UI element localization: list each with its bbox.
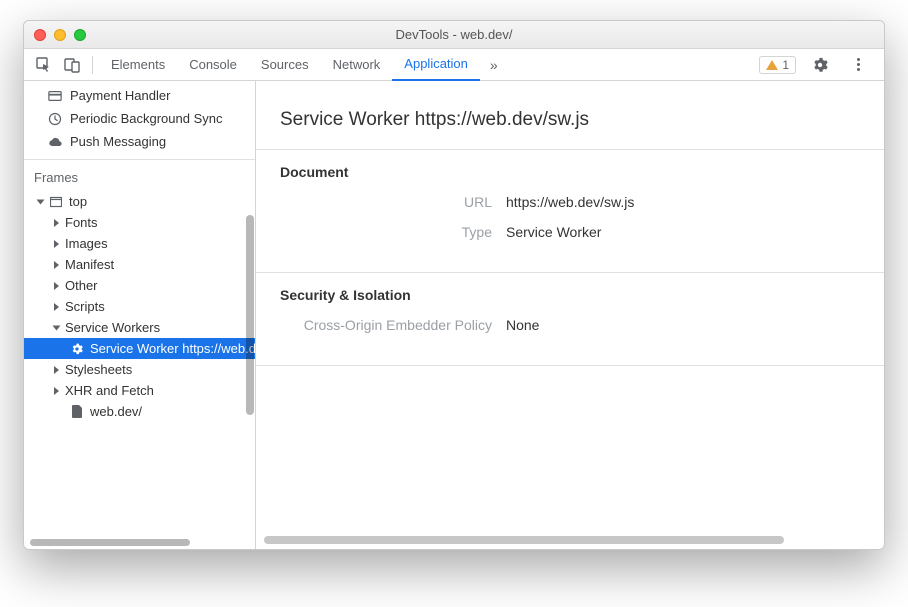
tree-node-top[interactable]: top xyxy=(24,191,255,212)
chevron-right-icon xyxy=(54,261,59,269)
frame-icon xyxy=(49,195,63,209)
group-document: Document URL https://web.dev/sw.js Type … xyxy=(256,150,884,273)
tree-node-other[interactable]: Other xyxy=(24,275,255,296)
frames-tree: top Fonts Images Manifest Other Scripts … xyxy=(24,191,255,428)
cloud-icon xyxy=(48,136,62,148)
panel-tabs: Elements Console Sources Network Applica… xyxy=(99,49,480,81)
tree-node-fonts[interactable]: Fonts xyxy=(24,212,255,233)
tree-label: Images xyxy=(65,236,108,251)
tree-label: Manifest xyxy=(65,257,114,272)
zoom-window-button[interactable] xyxy=(74,29,86,41)
warning-icon xyxy=(766,60,778,70)
sidebar-item-label: Push Messaging xyxy=(70,134,166,149)
chevron-right-icon xyxy=(54,303,59,311)
tree-node-images[interactable]: Images xyxy=(24,233,255,254)
sidebar: Notifications Payment Handler Periodic B… xyxy=(24,81,256,549)
group-title: Document xyxy=(280,164,860,180)
group-security-isolation: Security & Isolation Cross-Origin Embedd… xyxy=(256,273,884,366)
more-options-button[interactable] xyxy=(844,51,872,79)
chevron-down-icon xyxy=(37,199,45,204)
tree-label: web.dev/ xyxy=(90,404,142,419)
chevron-down-icon xyxy=(53,325,61,330)
tree-node-stylesheets[interactable]: Stylesheets xyxy=(24,359,255,380)
chevron-right-icon xyxy=(54,366,59,374)
warnings-badge[interactable]: 1 xyxy=(759,56,796,74)
sidebar-item-periodic-background-sync[interactable]: Periodic Background Sync xyxy=(24,107,255,130)
kv-value: None xyxy=(506,317,539,333)
panel-body: Notifications Payment Handler Periodic B… xyxy=(24,81,884,549)
group-title: Security & Isolation xyxy=(280,287,860,303)
minimize-window-button[interactable] xyxy=(54,29,66,41)
devtools-toolbar: Elements Console Sources Network Applica… xyxy=(24,49,884,81)
tree-label: Service Workers xyxy=(65,320,160,335)
tree-node-xhr-and-fetch[interactable]: XHR and Fetch xyxy=(24,380,255,401)
tree-label: XHR and Fetch xyxy=(65,383,154,398)
separator xyxy=(92,56,93,74)
kv-key: Type xyxy=(280,224,492,240)
kv-value: https://web.dev/sw.js xyxy=(506,194,634,210)
settings-button[interactable] xyxy=(806,51,834,79)
tab-application[interactable]: Application xyxy=(392,49,480,81)
sidebar-section-frames: Frames xyxy=(24,160,255,191)
window-titlebar: DevTools - web.dev/ xyxy=(24,21,884,49)
page-title: Service Worker https://web.dev/sw.js xyxy=(256,81,884,150)
document-icon xyxy=(70,405,84,419)
sidebar-item-label: Payment Handler xyxy=(70,88,170,103)
inspect-element-icon[interactable] xyxy=(30,51,58,79)
row-type: Type Service Worker xyxy=(280,224,860,240)
tree-node-scripts[interactable]: Scripts xyxy=(24,296,255,317)
row-coep: Cross-Origin Embedder Policy None xyxy=(280,317,860,333)
tree-label: Other xyxy=(65,278,98,293)
kv-value: Service Worker xyxy=(506,224,601,240)
tree-node-service-worker-entry[interactable]: Service Worker https://web.dev/sw.js xyxy=(24,338,255,359)
tree-node-web-dev[interactable]: web.dev/ xyxy=(24,401,255,422)
sidebar-item-label: Periodic Background Sync xyxy=(70,111,222,126)
clock-icon xyxy=(48,112,62,126)
sidebar-item-push-messaging[interactable]: Push Messaging xyxy=(24,130,255,153)
tree-node-service-workers[interactable]: Service Workers xyxy=(24,317,255,338)
card-icon xyxy=(48,89,62,103)
tree-label: Fonts xyxy=(65,215,98,230)
warnings-count: 1 xyxy=(782,58,789,72)
gear-icon xyxy=(812,57,828,73)
tab-elements[interactable]: Elements xyxy=(99,49,177,81)
tab-network[interactable]: Network xyxy=(321,49,393,81)
kv-key: Cross-Origin Embedder Policy xyxy=(280,317,492,333)
window-title: DevTools - web.dev/ xyxy=(24,27,884,42)
tree-label: Stylesheets xyxy=(65,362,132,377)
tree-node-manifest[interactable]: Manifest xyxy=(24,254,255,275)
chevron-right-icon xyxy=(54,219,59,227)
more-tabs-button[interactable]: » xyxy=(480,57,508,73)
main-panel: Service Worker https://web.dev/sw.js Doc… xyxy=(256,81,884,549)
main-horizontal-scrollbar[interactable] xyxy=(264,535,876,545)
tree-label: top xyxy=(69,194,87,209)
chevron-right-icon xyxy=(54,387,59,395)
gear-icon xyxy=(70,342,84,356)
tree-label: Scripts xyxy=(65,299,105,314)
chevron-right-icon xyxy=(54,240,59,248)
tree-label: Service Worker https://web.dev/sw.js xyxy=(90,341,255,356)
device-mode-icon[interactable] xyxy=(58,51,86,79)
row-url: URL https://web.dev/sw.js xyxy=(280,194,860,210)
kebab-icon xyxy=(857,58,860,71)
kv-key: URL xyxy=(280,194,492,210)
close-window-button[interactable] xyxy=(34,29,46,41)
tab-sources[interactable]: Sources xyxy=(249,49,321,81)
tab-console[interactable]: Console xyxy=(177,49,249,81)
traffic-lights xyxy=(34,29,86,41)
sidebar-vertical-scrollbar[interactable] xyxy=(246,85,254,537)
sidebar-item-payment-handler[interactable]: Payment Handler xyxy=(24,84,255,107)
sidebar-horizontal-scrollbar[interactable] xyxy=(26,537,253,547)
chevron-right-icon xyxy=(54,282,59,290)
devtools-window: DevTools - web.dev/ Elements Console Sou… xyxy=(23,20,885,550)
